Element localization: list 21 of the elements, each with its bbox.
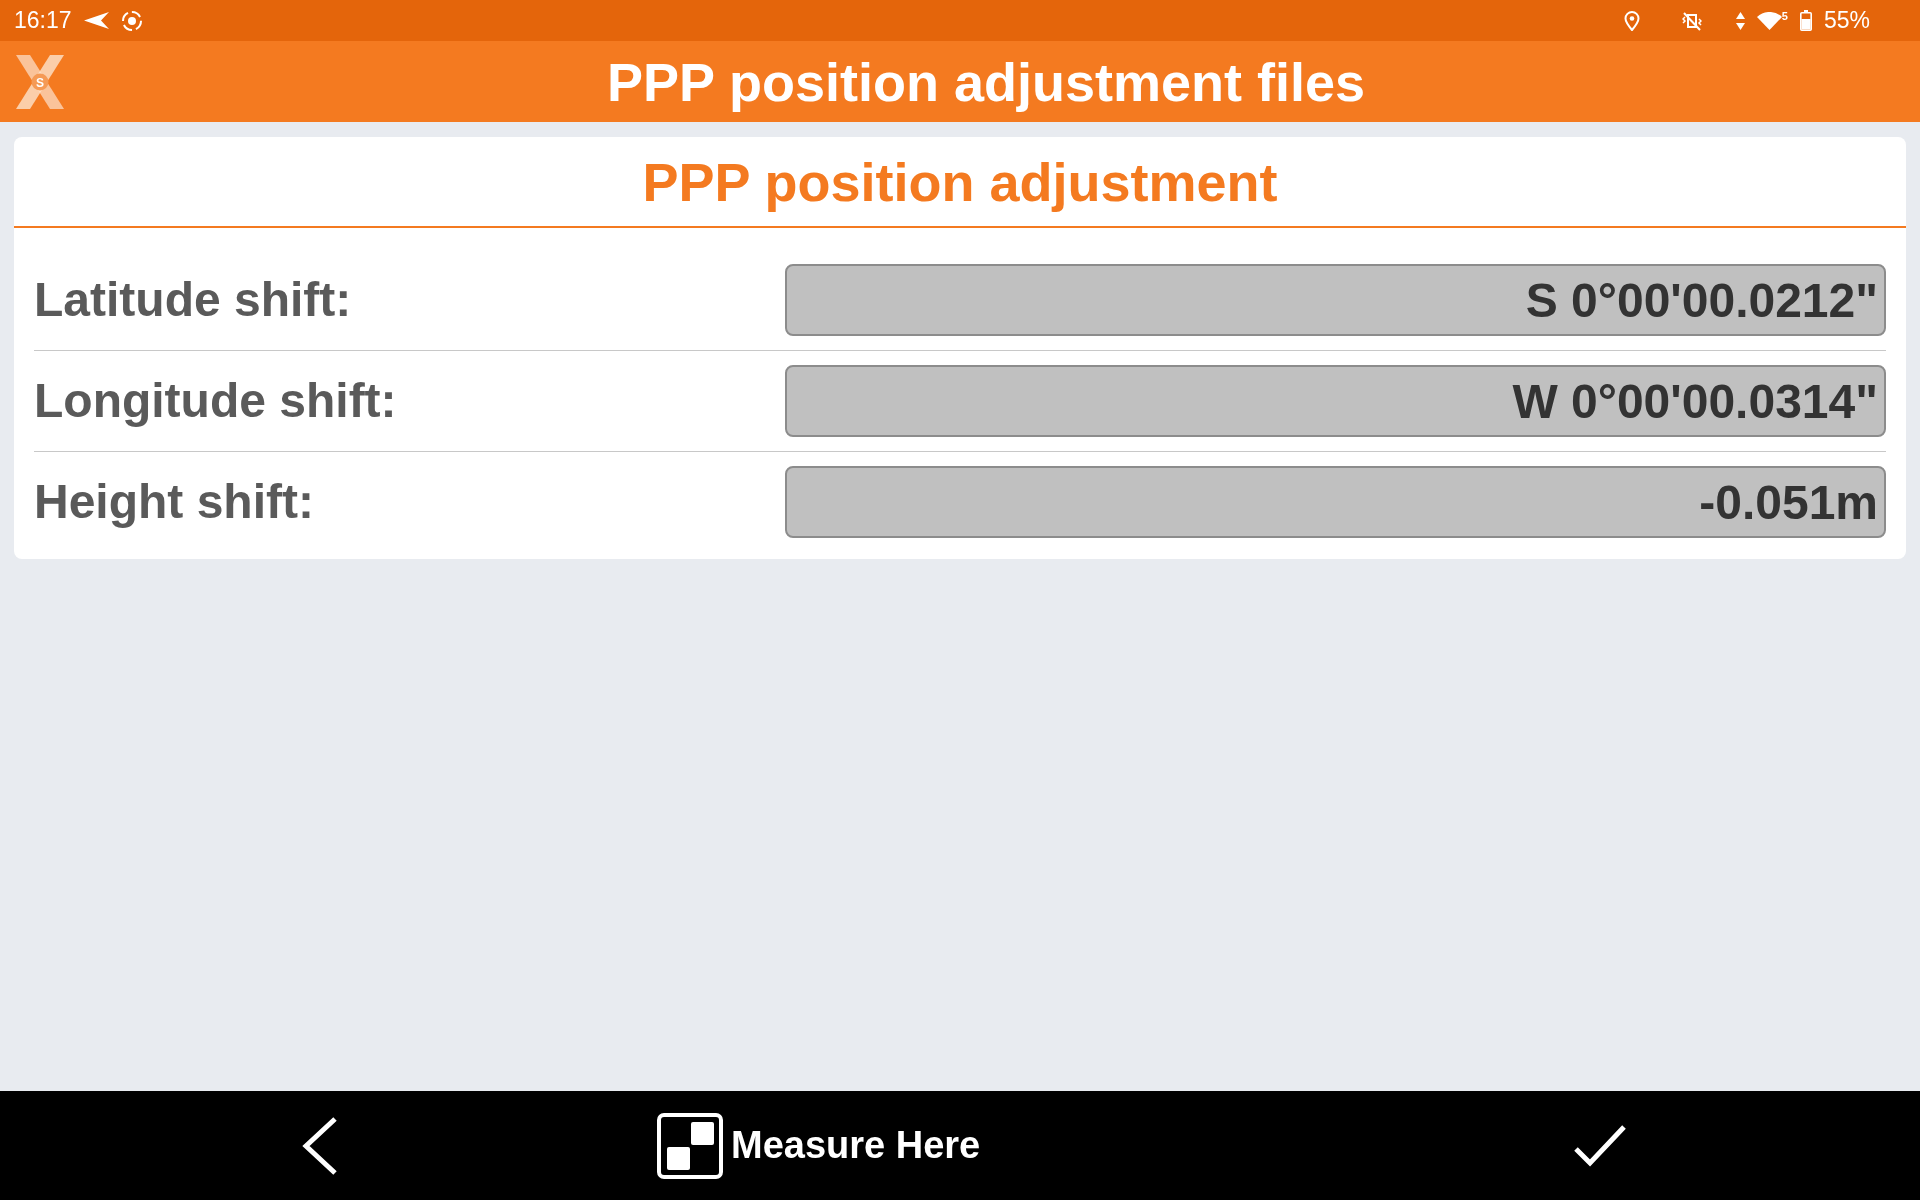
panel-title: PPP position adjustment [14, 137, 1906, 228]
value-field[interactable]: -0.051m [785, 466, 1886, 538]
field-label: Latitude shift: [34, 272, 352, 328]
value-field[interactable]: S 0°00'00.0212" [785, 264, 1886, 336]
field-label: Height shift: [34, 474, 314, 530]
checkerboard-icon [657, 1112, 723, 1179]
chevron-left-icon [302, 1115, 338, 1176]
field-label: Longitude shift: [34, 373, 397, 429]
paper-plane-icon [83, 12, 109, 29]
wifi-icon [1756, 11, 1782, 30]
battery-icon [1799, 10, 1812, 31]
checkmark-icon [1573, 1124, 1627, 1167]
battery-percent: 55% [1823, 9, 1870, 32]
vibrate-off-icon [1681, 10, 1702, 31]
data-arrows-icon [1735, 11, 1745, 30]
status-time: 16:17 [14, 9, 72, 32]
wifi-band-label: 5 [1781, 11, 1788, 22]
record-icon [120, 9, 143, 32]
location-pin-icon [1623, 10, 1640, 31]
app-logo: S [14, 54, 66, 109]
value-field[interactable]: W 0°00'00.0314" [785, 365, 1886, 437]
